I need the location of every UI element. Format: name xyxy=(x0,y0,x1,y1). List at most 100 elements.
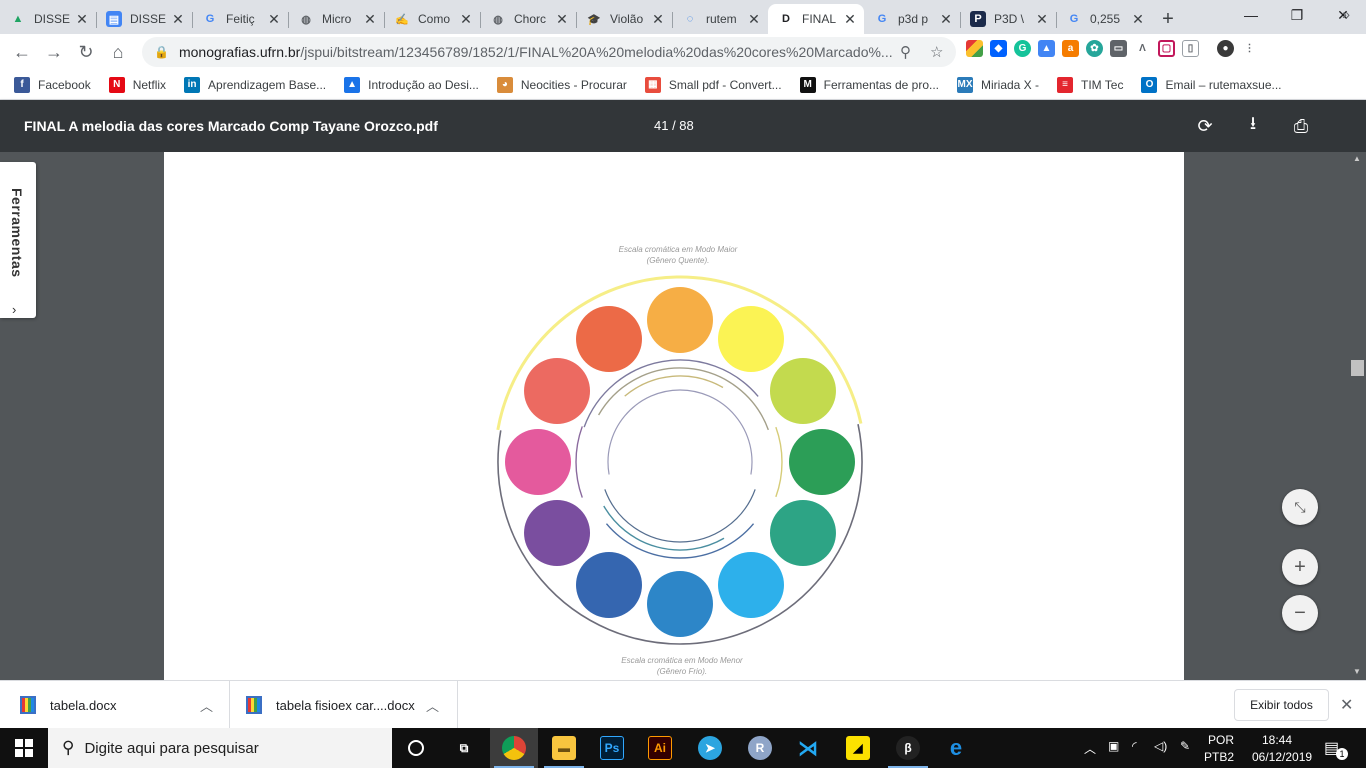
bookmark-item[interactable]: ▲ Introdução ao Desi... xyxy=(344,76,479,93)
browser-tab[interactable]: ✍ Como ✕ xyxy=(384,4,480,34)
new-tab-button[interactable]: + xyxy=(1152,4,1184,34)
grammarly-icon[interactable]: G xyxy=(1014,40,1031,57)
device-icon[interactable]: ▣ xyxy=(1108,739,1119,753)
bookmark-item[interactable]: in Aprendizagem Base... xyxy=(184,76,326,93)
close-shelf-icon[interactable]: ✕ xyxy=(1340,695,1353,715)
bookmark-item[interactable]: MX Miriada X - xyxy=(957,76,1039,93)
vpn-icon[interactable]: ✿ xyxy=(1086,40,1103,57)
reload-button[interactable]: ↻ xyxy=(70,36,102,68)
browser-tab[interactable]: ▲ DISSE ✕ xyxy=(0,4,96,34)
scroll-thumb[interactable] xyxy=(1351,360,1364,376)
zoom-icon[interactable]: ⚲ xyxy=(900,43,911,61)
bookmarks-more-icon[interactable]: » xyxy=(1342,6,1350,22)
close-tab-icon[interactable]: ✕ xyxy=(938,11,954,28)
address-bar[interactable]: 🔒 monografias.ufrn.br/jspui/bitstream/12… xyxy=(142,37,956,67)
restore-button[interactable]: ❐ xyxy=(1274,0,1320,30)
clock-date[interactable]: 06/12/2019 xyxy=(1252,750,1312,764)
taskbar-search[interactable]: ⚲ Digite aqui para pesquisar xyxy=(48,728,392,768)
home-button[interactable]: ⌂ xyxy=(102,36,134,68)
r-taskbar-app[interactable]: R xyxy=(736,728,784,768)
clock-time[interactable]: 18:44 xyxy=(1262,733,1292,747)
pdf-viewer: Escala cromática em Modo Maior (Gênero Q… xyxy=(0,152,1366,680)
close-tab-icon[interactable]: ✕ xyxy=(1130,11,1146,28)
close-tab-icon[interactable]: ✕ xyxy=(554,11,570,28)
close-tab-icon[interactable]: ✕ xyxy=(458,11,474,28)
bookmark-item[interactable]: N Netflix xyxy=(108,76,166,93)
close-tab-icon[interactable]: ✕ xyxy=(746,11,762,28)
bookmark-item[interactable]: f Facebook xyxy=(14,76,91,93)
browser-tab[interactable]: ▤ DISSE ✕ xyxy=(96,4,192,34)
forward-button[interactable]: → xyxy=(38,36,70,68)
cast-icon[interactable]: ▭ xyxy=(1110,40,1127,57)
wifi-icon[interactable]: ◜ xyxy=(1132,739,1137,753)
scroll-up-icon[interactable]: ▲ xyxy=(1353,154,1361,163)
pdf-page-indicator[interactable]: 41 / 88 xyxy=(654,118,694,133)
illustrator-taskbar-app[interactable]: Ai xyxy=(636,728,684,768)
browser-tab[interactable]: G 0,255 ✕ xyxy=(1056,4,1152,34)
fit-page-button[interactable]: ⤡ xyxy=(1282,489,1318,525)
zoom-out-button[interactable]: − xyxy=(1282,595,1318,631)
chevron-up-icon[interactable]: ︿ xyxy=(200,696,213,715)
bookmark-item[interactable]: O Email – rutemaxsue... xyxy=(1141,76,1282,93)
amazon-assistant-icon[interactable]: a xyxy=(1062,40,1079,57)
vertical-scrollbar[interactable]: ▲ ▼ xyxy=(1349,152,1366,680)
dropbox-icon[interactable]: ◆ xyxy=(990,40,1007,57)
profile-avatar[interactable]: ● xyxy=(1217,40,1234,57)
vscode-taskbar-app[interactable]: ⋊ xyxy=(784,728,832,768)
rotate-icon[interactable]: ⟳ xyxy=(1193,114,1217,138)
minimize-button[interactable]: — xyxy=(1228,0,1274,30)
browser-tab[interactable]: ◌ rutem ✕ xyxy=(672,4,768,34)
sticky-notes-taskbar-app[interactable]: ◢ xyxy=(834,728,882,768)
browser-tab[interactable]: ◍ Chorc ✕ xyxy=(480,4,576,34)
browser-tab[interactable]: P P3D \ ✕ xyxy=(960,4,1056,34)
chrome-icon xyxy=(502,736,526,760)
bookmark-star-icon[interactable]: ☆ xyxy=(930,43,943,61)
back-button[interactable]: ← xyxy=(6,36,38,68)
keyboard-layout[interactable]: PTB2 xyxy=(1204,750,1234,764)
scholar-icon[interactable]: ▲ xyxy=(1038,40,1055,57)
bookmark-item[interactable]: ◕ Neocities - Procurar xyxy=(496,76,627,93)
print-icon[interactable]: ⎙ xyxy=(1289,114,1313,138)
browser-tab[interactable]: Gp3d p ✕ xyxy=(864,4,960,34)
browser-tab[interactable]: G Feitiç ✕ xyxy=(192,4,288,34)
bookmark-item[interactable]: ≡ TIM Tec xyxy=(1057,76,1123,93)
cortana-button[interactable] xyxy=(392,728,440,768)
start-button[interactable] xyxy=(0,728,48,768)
chrome-taskbar-app[interactable] xyxy=(490,728,538,768)
close-tab-icon[interactable]: ✕ xyxy=(650,11,666,28)
browser-tab[interactable]: D FINAL ✕ xyxy=(768,4,864,34)
close-tab-icon[interactable]: ✕ xyxy=(1034,11,1050,28)
volume-icon[interactable]: ◁) xyxy=(1154,739,1167,753)
scroll-down-icon[interactable]: ▼ xyxy=(1353,667,1361,676)
font-extension-icon[interactable]: Λ xyxy=(1134,40,1151,57)
color-extension-icon[interactable] xyxy=(966,40,983,57)
tools-panel-tab[interactable]: Ferramentas › xyxy=(0,162,36,318)
language-code[interactable]: POR xyxy=(1208,733,1234,747)
browser-tab[interactable]: 🎓 Violão ✕ xyxy=(576,4,672,34)
zoom-in-button[interactable]: + xyxy=(1282,549,1318,585)
download-item[interactable]: tabela.docx ︿ xyxy=(0,681,230,729)
close-tab-icon[interactable]: ✕ xyxy=(170,11,186,28)
photoshop-taskbar-app[interactable]: Ps xyxy=(588,728,636,768)
task-view-button[interactable]: ⧉ xyxy=(440,728,488,768)
bookmark-item[interactable]: ▦ Small pdf - Convert... xyxy=(644,76,782,93)
page-extension-icon[interactable]: ▯ xyxy=(1182,40,1199,57)
browser-tab[interactable]: ◍ Micro ✕ xyxy=(288,4,384,34)
show-all-button[interactable]: Exibir todos xyxy=(1234,689,1329,721)
pen-tray-icon[interactable]: ✎ xyxy=(1180,739,1190,753)
close-tab-icon[interactable]: ✕ xyxy=(74,11,90,28)
download-item[interactable]: tabela fisioex car....docx ︿ xyxy=(230,681,458,729)
menu-icon[interactable]: ⋮ xyxy=(1241,40,1258,57)
close-tab-icon[interactable]: ✕ xyxy=(266,11,282,28)
explorer-taskbar-app[interactable]: ▬ xyxy=(540,728,588,768)
download-icon[interactable]: ⭳ xyxy=(1241,113,1265,138)
telegram-taskbar-app[interactable]: ➤ xyxy=(686,728,734,768)
save-extension-icon[interactable]: ▢ xyxy=(1158,40,1175,57)
edge-taskbar-app[interactable]: e xyxy=(932,728,980,768)
close-tab-icon[interactable]: ✕ xyxy=(842,11,858,28)
close-tab-icon[interactable]: ✕ xyxy=(362,11,378,28)
chevron-up-icon[interactable]: ︿ xyxy=(426,696,439,715)
p3d-taskbar-app[interactable]: β xyxy=(884,728,932,768)
bookmark-item[interactable]: M Ferramentas de pro... xyxy=(799,76,939,93)
tray-chevron-icon[interactable]: ︿ xyxy=(1084,740,1096,757)
